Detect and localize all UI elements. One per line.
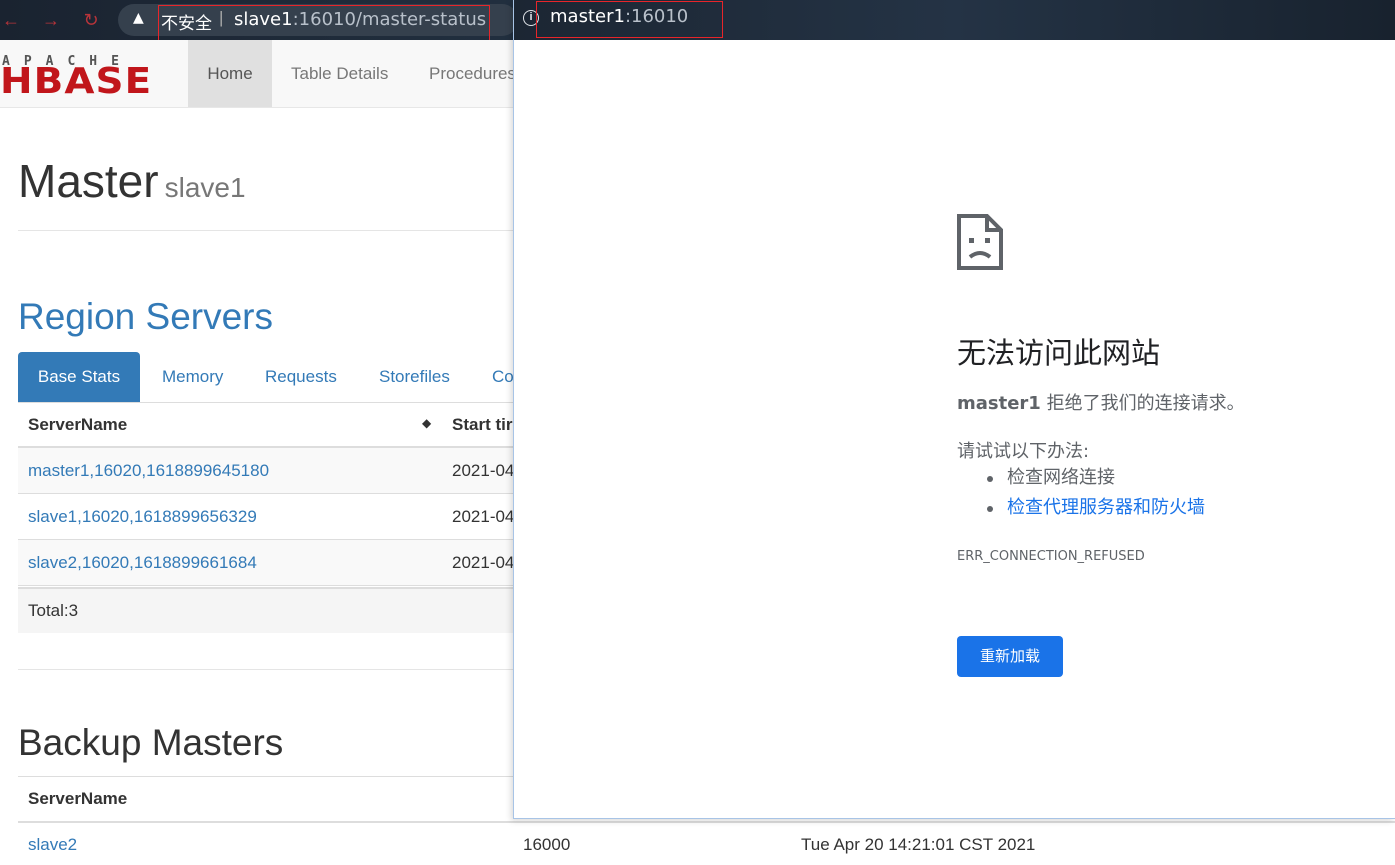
backup-port: 16000 [523,835,571,854]
warning-icon: ▲ [133,10,144,26]
page-title-host: slave1 [164,172,246,203]
divider [18,669,518,670]
start-time: 2021-04 [452,553,515,572]
error-description: master1 拒绝了我们的连接请求。 [957,389,1245,415]
total-count: Total:3 [28,601,79,620]
table-row: slave1,16020,1618899656329 2021-04 [18,494,518,540]
suggestion-link[interactable]: 检查代理服务器和防火墙 [984,496,1205,526]
forward-arrow-icon[interactable]: → [40,9,62,31]
sad-page-icon [957,214,1003,270]
total-row: Total:3 [18,587,518,633]
start-time: 2021-04 [452,507,515,526]
tab-requests[interactable]: Requests [265,352,337,402]
col-start-time[interactable]: Start tir [452,415,512,435]
error-title: 无法访问此网站 [957,336,1161,370]
table-row: slave2,16020,1618899661684 2021-04 [18,540,518,586]
region-servers-heading[interactable]: Region Servers [18,296,273,338]
server-link[interactable]: slave1,16020,1618899656329 [28,507,257,527]
tab-compactions[interactable]: Co [492,352,514,402]
suggestion-item: 检查网络连接 [984,466,1205,496]
divider [18,230,518,231]
logo-hbase-text: HBASE [0,61,153,102]
suggestion-list: 检查网络连接 检查代理服务器和防火墙 [984,466,1205,526]
tab-storefiles[interactable]: Storefiles [379,352,450,402]
start-time: 2021-04 [452,461,515,480]
col-servername[interactable]: ServerName [28,415,127,435]
page-title: Master slave1 [18,154,246,208]
back-arrow-icon[interactable]: ← [0,9,22,31]
nav-home[interactable]: Home [188,40,272,107]
error-window: i master1:16010 无法访问此网站 master1 拒绝了我们的连接… [513,0,1395,819]
tab-base-stats[interactable]: Base Stats [18,352,140,402]
error-host: master1 [957,393,1041,414]
reload-button[interactable]: 重新加载 [957,636,1063,677]
table-row: master1,16020,1618899645180 2021-04 [18,448,518,494]
highlight-box-popup-url [536,1,723,38]
error-message: 拒绝了我们的连接请求。 [1040,393,1245,414]
nav-procedures[interactable]: Procedures [429,40,516,107]
region-table-header: ServerName ◆ Start tir [18,402,518,448]
nav-table-details[interactable]: Table Details [291,40,388,107]
server-link[interactable]: master1,16020,1618899645180 [28,461,269,481]
hbase-logo[interactable]: APACHE HBASE [0,54,172,100]
reload-icon[interactable]: ↻ [80,9,102,31]
backup-masters-heading: Backup Masters [18,722,284,763]
try-label: 请试试以下办法: [957,441,1090,462]
backup-server-link[interactable]: slave2 [28,835,77,855]
error-code: ERR_CONNECTION_REFUSED [957,549,1145,564]
backup-start-time: Tue Apr 20 14:21:01 CST 2021 [801,835,1036,854]
tab-memory[interactable]: Memory [162,352,223,402]
page-title-text: Master [18,155,159,207]
sort-icon[interactable]: ◆ [422,416,431,430]
server-link[interactable]: slave2,16020,1618899661684 [28,553,257,573]
col-servername[interactable]: ServerName [28,789,127,809]
